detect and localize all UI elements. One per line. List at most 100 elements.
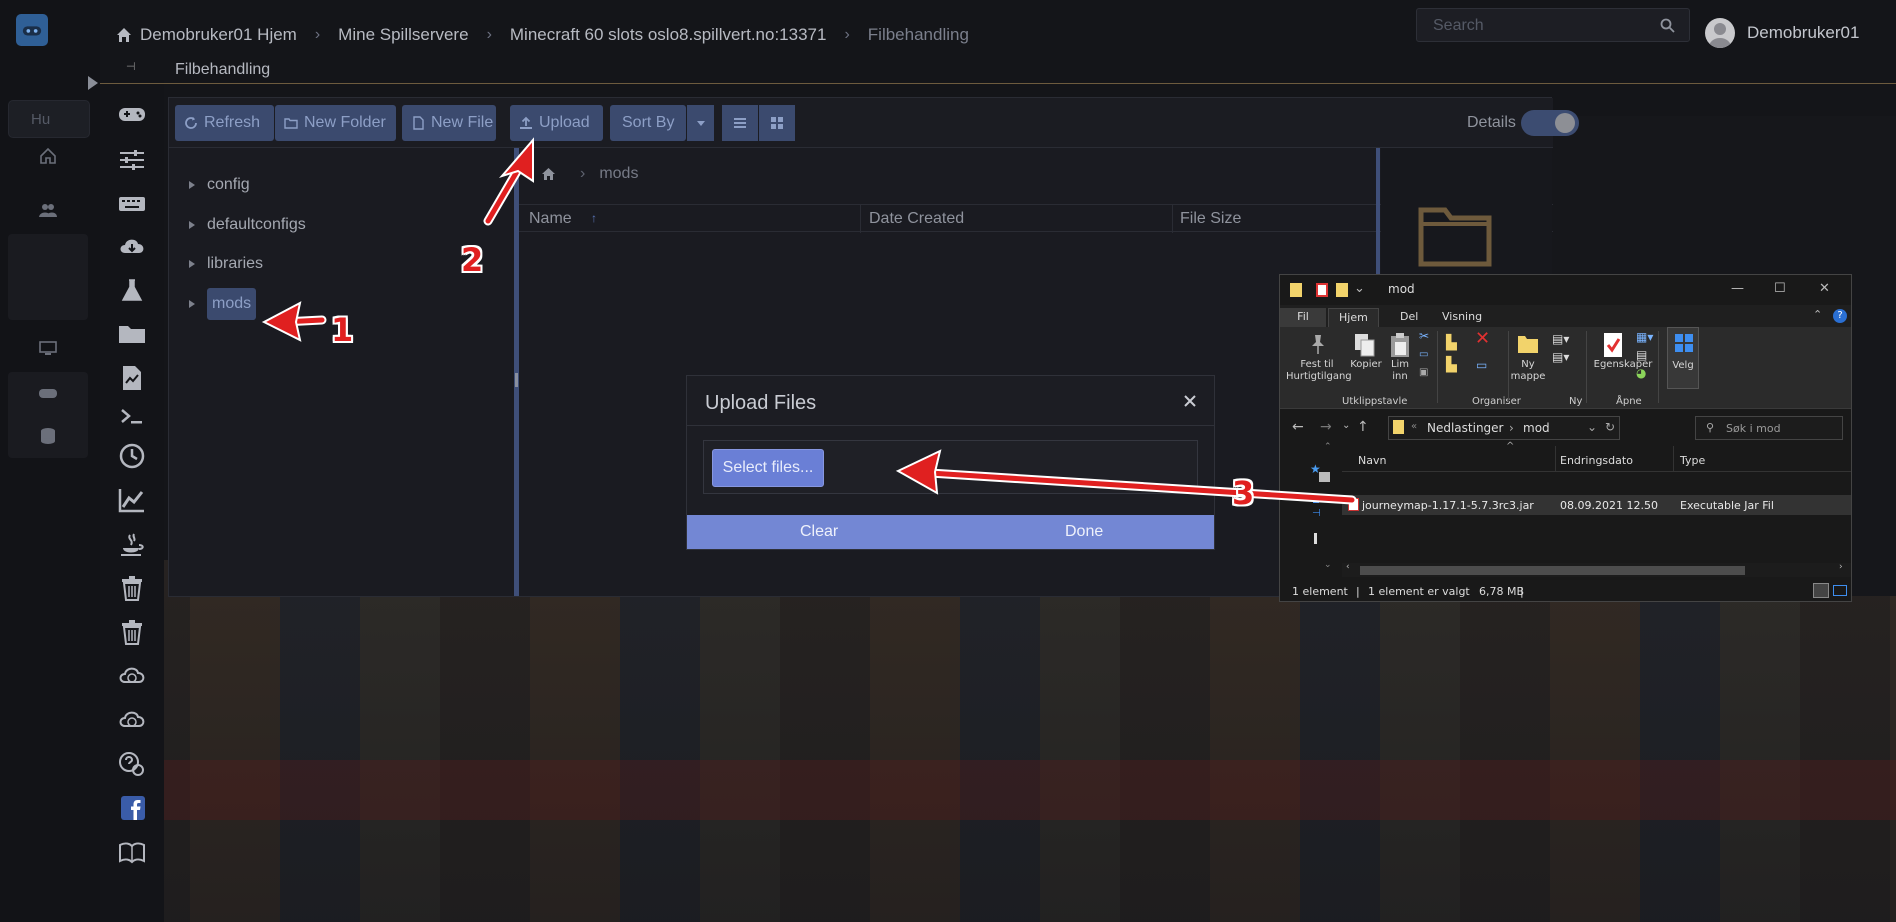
copy-to-icon[interactable]: ▙ (1446, 358, 1457, 372)
tree-item-libraries[interactable]: libraries (189, 255, 263, 273)
downloads-icon[interactable] (1313, 494, 1319, 503)
paste-shortcut-icon[interactable]: ▣ (1419, 367, 1428, 379)
history-icon[interactable]: ◕ (1636, 367, 1646, 379)
pictures-icon[interactable] (1314, 533, 1317, 544)
sidebar-search-input[interactable]: Hu (8, 100, 90, 138)
delete-icon[interactable]: ✕ (1475, 330, 1490, 348)
explorer-search-input[interactable]: ⚲ Søk i mod (1695, 416, 1843, 440)
edit-icon[interactable]: ▤ (1636, 349, 1647, 361)
sort-dropdown-toggle[interactable] (687, 105, 714, 141)
tab-del[interactable]: Del (1390, 308, 1428, 327)
trash-icon[interactable] (114, 572, 150, 604)
easy-access-icon[interactable]: ▤▾ (1552, 351, 1569, 363)
tree-item-config[interactable]: config (189, 176, 250, 194)
address-field[interactable]: « Nedlastinger › mod ⌄ ↻ (1388, 416, 1620, 440)
home-icon[interactable] (541, 167, 556, 181)
column-divider[interactable] (860, 205, 861, 233)
breadcrumb-home[interactable]: Demobruker01 Hjem (140, 25, 297, 45)
gamepad-icon[interactable] (36, 381, 60, 405)
breadcrumb-servers[interactable]: Mine Spillservere (338, 25, 468, 45)
cloud-sync-icon[interactable] (114, 660, 150, 692)
clock-icon[interactable] (114, 440, 150, 472)
recent-locations-icon[interactable]: ⌄ (1342, 420, 1350, 431)
pin-icon[interactable]: ⊣ (126, 60, 136, 73)
column-divider[interactable] (1673, 446, 1674, 472)
new-folder-button[interactable]: New Folder (275, 105, 396, 141)
list-view-button[interactable] (722, 105, 758, 141)
file-name[interactable]: journeymap-1.17.1-5.7.3rc3.jar (1362, 499, 1534, 512)
folder-icon[interactable] (1336, 283, 1348, 297)
cut-icon[interactable]: ✂ (1419, 330, 1429, 342)
trash-icon[interactable] (114, 616, 150, 648)
user-menu[interactable]: Demobruker01 (1705, 18, 1859, 48)
select-files-button[interactable]: Select files... (712, 449, 824, 487)
tab-visning[interactable]: Visning (1432, 308, 1492, 327)
facebook-icon[interactable] (114, 792, 150, 824)
area-chart-icon[interactable] (114, 484, 150, 516)
back-icon[interactable]: ← (1292, 419, 1304, 435)
address-dropdown-icon[interactable]: ⌄ (1587, 420, 1597, 434)
expand-sidebar-icon[interactable] (88, 76, 98, 90)
customize-toolbar-icon[interactable]: ⌄ (1354, 281, 1365, 296)
file-search-input[interactable]: Search (1416, 8, 1690, 42)
horizontal-scrollbar[interactable]: ‹ › (1342, 562, 1851, 577)
book-icon[interactable] (114, 836, 150, 868)
refresh-button[interactable]: Refresh (175, 105, 274, 141)
column-navn[interactable]: Navn (1358, 454, 1386, 467)
up-icon[interactable]: ↑ (1357, 419, 1369, 435)
paste-button[interactable]: Lim inn (1386, 359, 1414, 383)
file-chart-icon[interactable] (114, 362, 150, 394)
drop-zone[interactable]: Select files... (703, 440, 1198, 494)
cloud-sync-icon[interactable] (114, 704, 150, 736)
desktop-icon[interactable] (1319, 472, 1330, 482)
tab-fil[interactable]: Fil (1280, 308, 1326, 327)
close-icon[interactable]: ✕ (1819, 281, 1830, 296)
column-date-created[interactable]: Date Created (869, 210, 964, 228)
scroll-right-icon[interactable]: › (1839, 562, 1843, 572)
clear-button[interactable]: Clear (800, 523, 838, 541)
sliders-icon[interactable] (114, 144, 150, 176)
breadcrumb-server[interactable]: Minecraft 60 slots oslo8.spillvert.no:13… (510, 25, 827, 45)
users-icon[interactable] (36, 198, 60, 222)
help-icon[interactable]: ? (1833, 309, 1847, 323)
scroll-left-icon[interactable]: ‹ (1346, 562, 1350, 572)
keyboard-icon[interactable] (114, 188, 150, 220)
scroll-down-icon[interactable]: ⌄ (1324, 560, 1332, 570)
grid-view-button[interactable] (759, 105, 795, 141)
close-icon[interactable] (1184, 395, 1196, 407)
scrollbar-thumb[interactable] (1360, 566, 1745, 575)
tree-item-mods[interactable]: mods (189, 288, 257, 320)
file-row[interactable]: journeymap-1.17.1-5.7.3rc3.jar 08.09.202… (1342, 495, 1851, 515)
cloud-download-icon[interactable] (114, 230, 150, 262)
app-logo[interactable] (16, 14, 48, 46)
java-icon[interactable] (114, 528, 150, 560)
column-divider[interactable] (1172, 205, 1173, 233)
new-folder-button[interactable]: Ny mappe (1510, 359, 1546, 383)
select-button[interactable]: Velg (1667, 327, 1699, 389)
address-current[interactable]: mod (1523, 421, 1550, 435)
sort-by-button[interactable]: Sort By (610, 105, 686, 141)
gamepad-icon[interactable] (114, 98, 150, 130)
refresh-icon[interactable]: ↻ (1605, 420, 1615, 434)
upload-button[interactable]: Upload (510, 105, 603, 141)
copy-button[interactable]: Kopier (1348, 359, 1384, 371)
column-endringsdato[interactable]: Endringsdato (1560, 454, 1633, 467)
copy-path-icon[interactable]: ▭ (1419, 349, 1428, 361)
column-divider[interactable] (1555, 446, 1556, 472)
done-button[interactable]: Done (1065, 523, 1103, 541)
documents-icon[interactable]: ⊣ (1312, 508, 1321, 519)
help-chat-icon[interactable] (114, 748, 150, 780)
forward-icon[interactable]: → (1320, 419, 1332, 435)
properties-icon[interactable] (1316, 283, 1328, 297)
large-icons-view-icon[interactable] (1833, 585, 1847, 596)
path-segment[interactable]: mods (599, 165, 638, 183)
open-icon[interactable]: ▦▾ (1636, 331, 1653, 343)
tab-hjem[interactable]: Hjem (1328, 308, 1379, 327)
overflow-icon[interactable]: « (1411, 421, 1417, 432)
scroll-up-icon[interactable]: ⌃ (1324, 442, 1332, 452)
console-icon[interactable] (114, 400, 150, 432)
collapse-ribbon-icon[interactable]: ⌃ (1813, 308, 1822, 321)
maximize-icon[interactable]: ☐ (1774, 281, 1786, 296)
pin-to-quick-access-button[interactable]: Fest til Hurtigtilgang (1286, 359, 1352, 383)
database-icon[interactable] (36, 424, 60, 448)
